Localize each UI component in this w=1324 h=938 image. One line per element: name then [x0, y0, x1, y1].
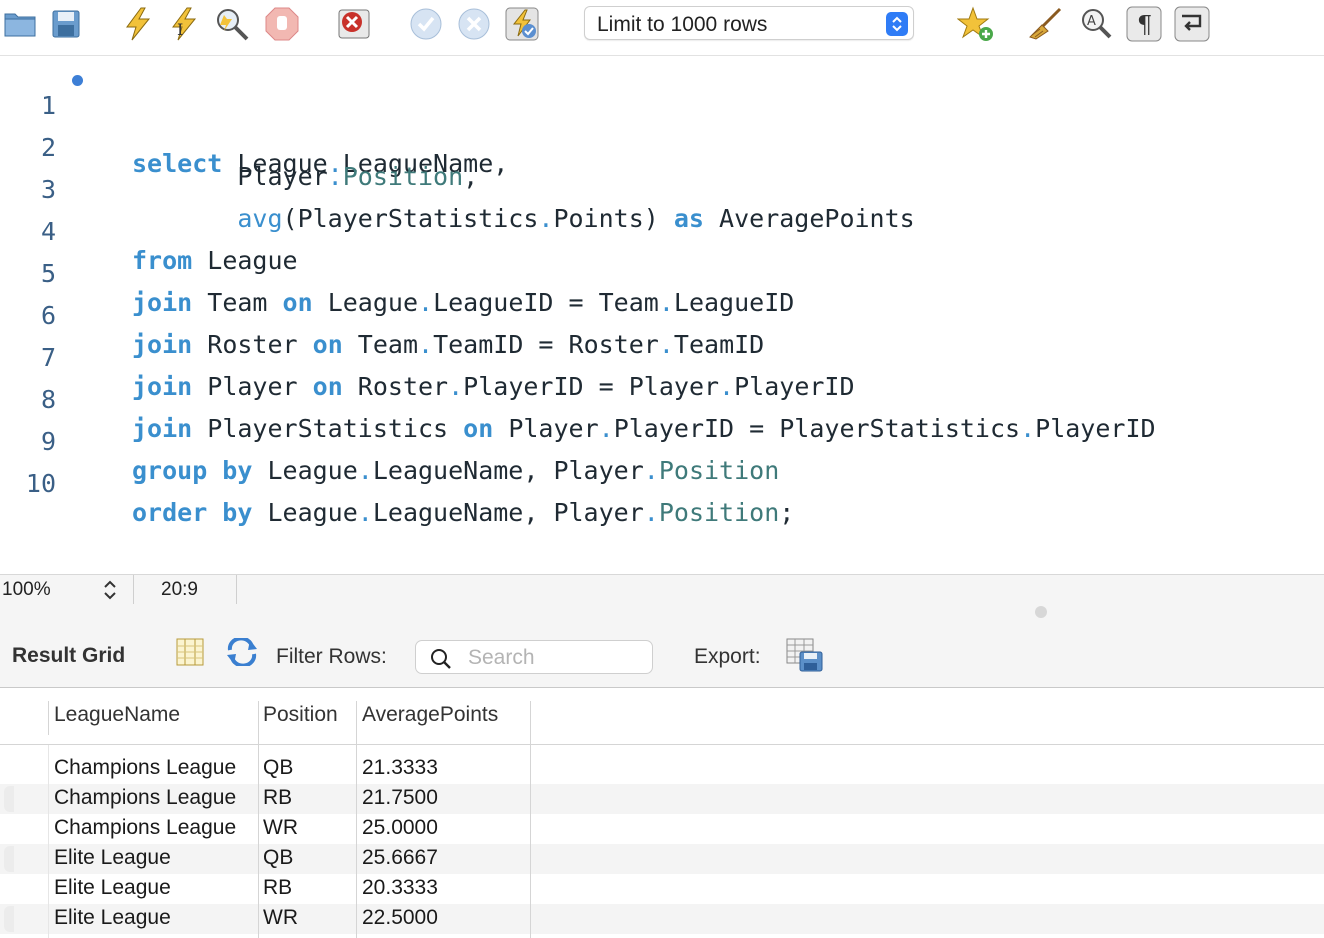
- refresh-icon[interactable]: [226, 636, 258, 671]
- find-icon[interactable]: A: [1076, 4, 1116, 44]
- zoom-control[interactable]: 100%: [0, 575, 134, 605]
- search-icon: [431, 649, 451, 669]
- column-divider[interactable]: [258, 701, 259, 938]
- column-divider[interactable]: [530, 701, 531, 938]
- cell-leaguename[interactable]: Champions League: [49, 816, 236, 840]
- cell-position[interactable]: QB: [258, 846, 293, 870]
- table-row[interactable]: Elite League QB 25.6667: [0, 844, 1324, 874]
- commit-icon[interactable]: [406, 4, 446, 44]
- code-line[interactable]: 9 group by League.LeagueName, Player.Pos…: [0, 398, 1324, 485]
- column-divider[interactable]: [48, 701, 49, 735]
- execute-current-icon[interactable]: I: [164, 4, 204, 44]
- export-icon[interactable]: [786, 638, 824, 677]
- beautify-icon[interactable]: [1026, 4, 1066, 44]
- cell-position[interactable]: WR: [258, 816, 298, 840]
- table-row[interactable]: Champions League QB 21.3333: [0, 754, 1324, 784]
- grid-columns-icon[interactable]: [176, 638, 204, 671]
- cell-leaguename[interactable]: Elite League: [49, 846, 171, 870]
- svg-text:I: I: [177, 20, 183, 39]
- cell-position[interactable]: WR: [258, 906, 298, 930]
- search-input[interactable]: [468, 645, 643, 671]
- svg-text:¶: ¶: [1137, 11, 1152, 39]
- execute-all-icon[interactable]: [118, 4, 158, 44]
- cell-averagepoints[interactable]: 21.3333: [357, 756, 438, 780]
- table-row[interactable]: Champions League WR 25.0000: [0, 814, 1324, 844]
- save-icon[interactable]: [46, 4, 86, 44]
- code-line[interactable]: 1 select League.LeagueName,: [0, 62, 1324, 178]
- stop-icon[interactable]: [262, 4, 302, 44]
- cell-leaguename[interactable]: Elite League: [49, 906, 171, 930]
- cursor-position-value: 20:9: [161, 579, 198, 600]
- filter-rows-label: Filter Rows:: [276, 645, 387, 668]
- limit-rows-select[interactable]: Limit to 1000 rows: [584, 6, 914, 40]
- editor-status-bar: 100% 20:9: [0, 574, 1324, 605]
- column-header-averagepoints[interactable]: AveragePoints: [357, 703, 498, 733]
- row-marker: [4, 846, 14, 872]
- cell-position[interactable]: QB: [258, 756, 293, 780]
- code-line[interactable]: 10 order by League.LeagueName, Player.Po…: [0, 440, 1324, 527]
- cell-leaguename[interactable]: Elite League: [49, 876, 171, 900]
- table-row[interactable]: Elite League WR 22.5000: [0, 904, 1324, 934]
- column-divider: [48, 745, 49, 938]
- cell-leaguename[interactable]: Champions League: [49, 786, 236, 810]
- limit-rows-label: Limit to 1000 rows: [597, 13, 768, 36]
- explain-icon[interactable]: [212, 4, 252, 44]
- cell-averagepoints[interactable]: 25.6667: [357, 846, 438, 870]
- cell-position[interactable]: RB: [258, 876, 292, 900]
- result-toolbar: Result Grid Filter Rows: Export:: [0, 604, 1324, 688]
- cell-leaguename[interactable]: Champions League: [49, 756, 236, 780]
- table-row[interactable]: Champions League RB 21.7500: [0, 784, 1324, 814]
- wrap-icon[interactable]: [1172, 4, 1212, 44]
- cell-averagepoints[interactable]: 20.3333: [357, 876, 438, 900]
- cell-averagepoints[interactable]: 25.0000: [357, 816, 438, 840]
- row-marker: [4, 786, 14, 812]
- sql-editor[interactable]: 1 select League.LeagueName, 2 Player.Pos…: [0, 57, 1324, 574]
- code-line[interactable]: 2 Player.Position,: [0, 104, 1324, 191]
- select-arrows-icon: [886, 12, 908, 36]
- open-folder-icon[interactable]: [0, 4, 40, 44]
- add-snippet-icon[interactable]: [956, 4, 996, 44]
- code-line[interactable]: 8 join PlayerStatistics on Player.Player…: [0, 356, 1324, 443]
- table-row[interactable]: Elite League RB 20.3333: [0, 874, 1324, 904]
- statement-marker-icon: [72, 75, 83, 86]
- column-header-position[interactable]: Position: [258, 703, 338, 733]
- error-stop-icon[interactable]: [334, 4, 374, 44]
- row-marker: [4, 906, 14, 932]
- line-number: 10: [25, 469, 56, 498]
- autocommit-icon[interactable]: [502, 4, 542, 44]
- code-line[interactable]: 4 from League: [0, 188, 1324, 275]
- zoom-stepper-icon[interactable]: [102, 579, 118, 606]
- svg-text:A: A: [1087, 14, 1096, 29]
- panel-splitter-handle[interactable]: [1035, 606, 1047, 618]
- rollback-icon[interactable]: [454, 4, 494, 44]
- result-grid-title: Result Grid: [12, 644, 126, 667]
- result-grid[interactable]: LeagueName Position AveragePoints Champi…: [0, 689, 1324, 938]
- code-line[interactable]: 5 join Team on League.LeagueID = Team.Le…: [0, 230, 1324, 317]
- column-divider[interactable]: [356, 701, 357, 938]
- zoom-value: 100%: [2, 579, 51, 600]
- cell-averagepoints[interactable]: 21.7500: [357, 786, 438, 810]
- column-header-leaguename[interactable]: LeagueName: [49, 703, 180, 733]
- invisibles-icon[interactable]: ¶: [1124, 4, 1164, 44]
- export-label: Export:: [694, 645, 761, 668]
- grid-header: LeagueName Position AveragePoints: [0, 689, 1324, 745]
- main-toolbar: I Limit to 1000 rows A ¶: [0, 0, 1324, 56]
- code-line[interactable]: 7 join Player on Roster.PlayerID = Playe…: [0, 314, 1324, 401]
- cell-position[interactable]: RB: [258, 786, 292, 810]
- filter-rows-search[interactable]: [415, 640, 653, 674]
- code-line[interactable]: 3 avg(PlayerStatistics.Points) as Averag…: [0, 146, 1324, 233]
- cursor-position: 20:9: [134, 575, 237, 605]
- cell-averagepoints[interactable]: 22.5000: [357, 906, 438, 930]
- code-line[interactable]: 6 join Roster on Team.TeamID = Roster.Te…: [0, 272, 1324, 359]
